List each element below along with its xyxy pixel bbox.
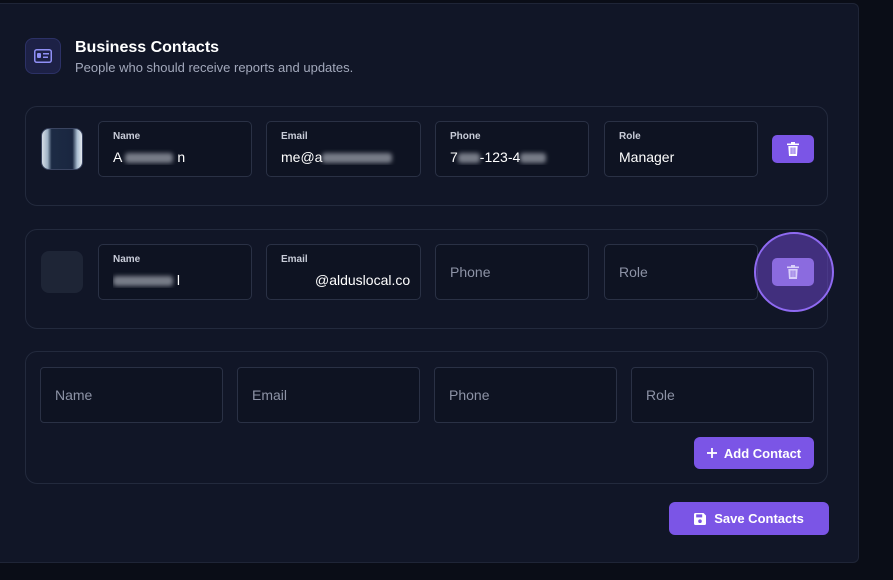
page-title: Business Contacts bbox=[75, 38, 220, 56]
delete-contact-button[interactable] bbox=[772, 135, 814, 163]
floppy-disk-icon bbox=[694, 512, 707, 525]
new-phone-input[interactable]: Phone bbox=[434, 367, 617, 423]
add-contact-label: Add Contact bbox=[723, 445, 802, 461]
plus-icon bbox=[706, 448, 717, 458]
role-value: Manager bbox=[619, 149, 675, 165]
new-name-input[interactable]: Name bbox=[40, 367, 223, 423]
role-field[interactable]: Role bbox=[604, 244, 758, 300]
phone-placeholder: Phone bbox=[449, 387, 490, 403]
role-placeholder: Role bbox=[646, 387, 675, 403]
save-contacts-label: Save Contacts bbox=[714, 511, 804, 526]
phone-field[interactable]: Phone 7 -123-4 bbox=[435, 121, 589, 177]
contact-card-icon bbox=[25, 38, 61, 74]
contacts-panel: Business Contacts People who should rece… bbox=[0, 3, 859, 563]
email-value: @alduslocal.co bbox=[315, 272, 411, 288]
avatar bbox=[41, 128, 83, 170]
name-label: Name bbox=[113, 254, 141, 265]
redacted-text bbox=[457, 153, 480, 164]
email-field[interactable]: Email @alduslocal.co bbox=[266, 244, 421, 300]
name-value: l bbox=[176, 272, 181, 288]
delete-contact-button[interactable] bbox=[772, 258, 814, 286]
role-placeholder: Role bbox=[619, 264, 648, 280]
phone-value: 7 bbox=[450, 149, 458, 165]
trash-icon bbox=[787, 142, 799, 156]
name-field[interactable]: Name A n bbox=[98, 121, 252, 177]
save-contacts-button[interactable]: Save Contacts bbox=[669, 502, 829, 535]
role-label: Role bbox=[619, 131, 641, 142]
role-field[interactable]: Role Manager bbox=[604, 121, 758, 177]
name-value: A bbox=[113, 149, 122, 165]
redacted-text bbox=[125, 153, 174, 164]
name-field[interactable]: Name l bbox=[98, 244, 252, 300]
avatar bbox=[41, 251, 83, 293]
redacted-text bbox=[520, 153, 547, 164]
phone-value-mid: -12 bbox=[479, 149, 501, 165]
phone-placeholder: Phone bbox=[450, 264, 491, 280]
section-header: Business Contacts People who should rece… bbox=[25, 36, 353, 76]
email-label: Email bbox=[281, 254, 308, 265]
new-email-input[interactable]: Email bbox=[237, 367, 420, 423]
add-contact-button[interactable]: Add Contact bbox=[694, 437, 814, 469]
email-value: me@a bbox=[281, 149, 323, 165]
contact-card: Name A n Email me@a Phone 7 -123-4 Role M… bbox=[25, 106, 828, 206]
trash-icon bbox=[787, 265, 799, 279]
new-contact-card: Name Email Phone Role Add Contact bbox=[25, 351, 828, 484]
name-label: Name bbox=[113, 131, 141, 142]
phone-field[interactable]: Phone bbox=[435, 244, 589, 300]
email-label: Email bbox=[281, 131, 308, 142]
redacted-text bbox=[113, 276, 173, 287]
email-field[interactable]: Email me@a bbox=[266, 121, 421, 177]
page-subtitle: People who should receive reports and up… bbox=[75, 59, 354, 75]
new-role-input[interactable]: Role bbox=[631, 367, 814, 423]
contact-card: Name l Email @alduslocal.co Phone Role bbox=[25, 229, 834, 329]
name-placeholder: Name bbox=[55, 387, 93, 403]
phone-label: Phone bbox=[450, 131, 481, 142]
redacted-text bbox=[322, 153, 393, 164]
email-placeholder: Email bbox=[252, 387, 288, 403]
phone-value-end: 3-4 bbox=[500, 149, 521, 165]
